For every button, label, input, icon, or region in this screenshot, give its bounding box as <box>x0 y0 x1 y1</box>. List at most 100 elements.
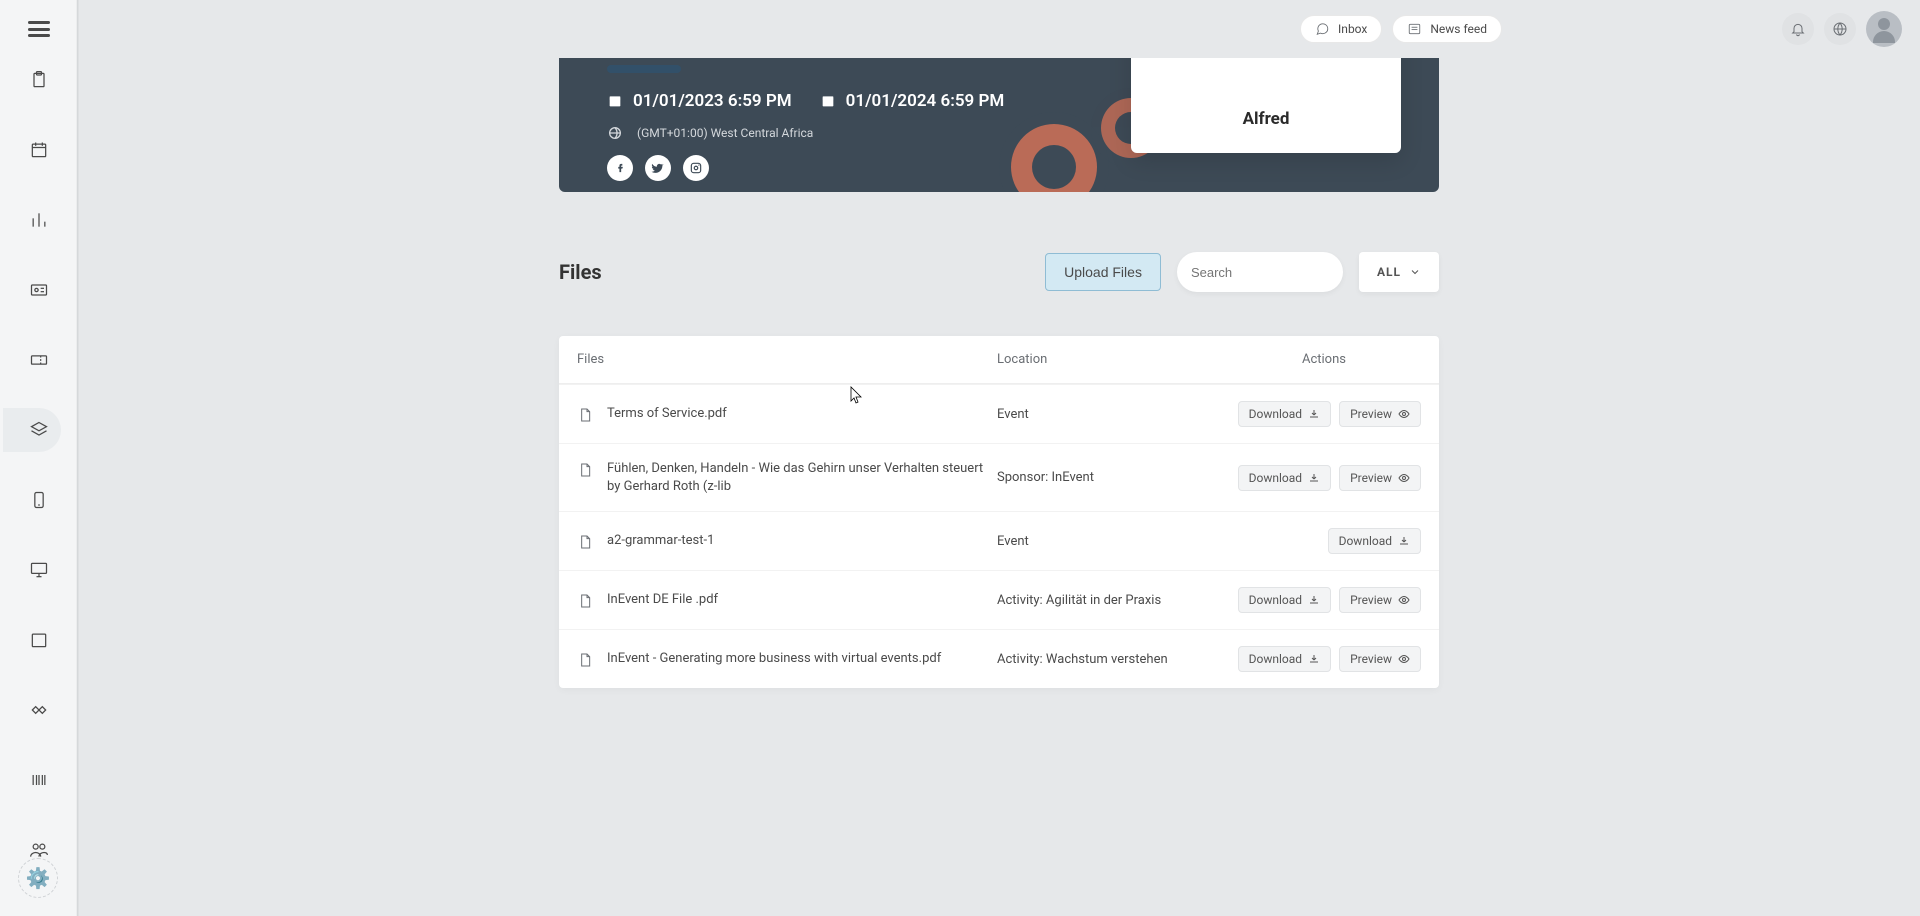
table-row: InEvent - Generating more business with … <box>559 629 1439 688</box>
section-title: Files <box>559 260 602 284</box>
bell-icon <box>1790 21 1806 37</box>
download-button[interactable]: Download <box>1238 401 1331 427</box>
calendar-icon <box>607 93 623 109</box>
download-label: Download <box>1249 593 1302 607</box>
sidebar-nav-files[interactable] <box>3 408 61 452</box>
file-cell: a2-grammar-test-1 <box>577 532 997 551</box>
col-actions: Actions <box>1227 352 1421 367</box>
event-hero: 01/01/2023 6:59 PM 01/01/2024 6:59 PM (G… <box>559 58 1439 192</box>
upload-files-button[interactable]: Upload Files <box>1045 253 1161 291</box>
file-name: Terms of Service.pdf <box>607 405 727 423</box>
download-icon <box>1308 594 1320 606</box>
download-button[interactable]: Download <box>1328 528 1421 554</box>
facebook-icon <box>613 161 627 175</box>
sidebar-nav-calendar[interactable] <box>17 128 61 172</box>
handshake-icon <box>29 700 49 720</box>
actions-cell: Download Preview <box>1227 646 1421 672</box>
col-files: Files <box>577 352 997 367</box>
file-name: InEvent DE File .pdf <box>607 591 718 609</box>
table-row: Fühlen, Denken, Handeln - Wie das Gehirn… <box>559 443 1439 511</box>
header-right-icons <box>1782 11 1920 47</box>
location-cell: Event <box>997 534 1227 549</box>
sidebar-nav-monitor[interactable] <box>17 548 61 592</box>
download-icon <box>1308 472 1320 484</box>
sidebar-nav-ticket[interactable] <box>17 338 61 382</box>
eye-icon <box>1398 653 1410 665</box>
preview-label: Preview <box>1350 471 1392 485</box>
notifications-button[interactable] <box>1782 13 1814 45</box>
preview-button[interactable]: Preview <box>1339 401 1421 427</box>
sidebar-nav-idcard[interactable] <box>17 268 61 312</box>
user-avatar-button[interactable] <box>1866 11 1902 47</box>
preview-button[interactable]: Preview <box>1339 646 1421 672</box>
facebook-link[interactable] <box>607 155 633 181</box>
barcode-icon <box>29 770 49 790</box>
download-button[interactable]: Download <box>1238 646 1331 672</box>
preview-label: Preview <box>1350 593 1392 607</box>
col-location: Location <box>997 352 1227 367</box>
sidebar-footer-widget[interactable]: ⚙️ <box>18 858 58 898</box>
download-icon <box>1398 535 1410 547</box>
instagram-link[interactable] <box>683 155 709 181</box>
filter-label: ALL <box>1377 265 1401 279</box>
chart-icon <box>29 210 49 230</box>
newsfeed-button[interactable]: News feed <box>1392 15 1502 43</box>
hamburger-menu-button[interactable] <box>0 21 78 37</box>
file-name: InEvent - Generating more business with … <box>607 650 941 668</box>
topbar: Inbox News feed <box>0 0 1920 58</box>
sidebar-nav-clipboard[interactable] <box>17 58 61 102</box>
actions-cell: Download <box>1227 528 1421 554</box>
search-box <box>1177 252 1343 292</box>
sidebar: ⚙️ <box>0 0 78 916</box>
globe-icon <box>1832 21 1848 37</box>
sidebar-nav-handshake[interactable] <box>17 688 61 732</box>
timezone-label: (GMT+01:00) West Central Africa <box>637 126 813 140</box>
file-cell: Terms of Service.pdf <box>577 405 997 424</box>
sidebar-nav-chart[interactable] <box>17 198 61 242</box>
header-actions: Inbox News feed <box>1300 15 1502 43</box>
files-header-row: Files Upload Files ALL <box>559 252 1439 292</box>
schedule-icon <box>29 630 49 650</box>
page-container: 01/01/2023 6:59 PM 01/01/2024 6:59 PM (G… <box>559 58 1439 688</box>
file-cell: Fühlen, Denken, Handeln - Wie das Gehirn… <box>577 460 997 495</box>
hero-badge <box>607 65 681 73</box>
preview-button[interactable]: Preview <box>1339 465 1421 491</box>
globe-icon <box>607 125 623 141</box>
people-icon <box>29 840 49 860</box>
table-row: a2-grammar-test-1 Event Download <box>559 511 1439 570</box>
table-body: Terms of Service.pdf Event Download Prev… <box>559 384 1439 688</box>
sidebar-nav-barcode[interactable] <box>17 758 61 802</box>
download-label: Download <box>1249 652 1302 666</box>
filter-dropdown[interactable]: ALL <box>1359 252 1439 292</box>
language-button[interactable] <box>1824 13 1856 45</box>
file-icon <box>577 406 593 424</box>
table-header: Files Location Actions <box>559 336 1439 384</box>
monitor-icon <box>29 560 49 580</box>
end-datetime: 01/01/2024 6:59 PM <box>846 91 1005 111</box>
actions-cell: Download Preview <box>1227 465 1421 491</box>
idcard-icon <box>29 280 49 300</box>
preview-button[interactable]: Preview <box>1339 587 1421 613</box>
location-cell: Activity: Wachstum verstehen <box>997 652 1227 667</box>
location-cell: Event <box>997 407 1227 422</box>
profile-name: Alfred <box>1243 109 1290 129</box>
download-button[interactable]: Download <box>1238 587 1331 613</box>
eye-icon <box>1398 594 1410 606</box>
download-icon <box>1308 408 1320 420</box>
actions-cell: Download Preview <box>1227 401 1421 427</box>
location-cell: Activity: Agilität in der Praxis <box>997 593 1227 608</box>
download-button[interactable]: Download <box>1238 465 1331 491</box>
file-cell: InEvent DE File .pdf <box>577 591 997 610</box>
table-row: InEvent DE File .pdf Activity: Agilität … <box>559 570 1439 629</box>
search-input[interactable] <box>1191 265 1367 280</box>
file-icon <box>577 533 593 551</box>
sidebar-nav-schedule[interactable] <box>17 618 61 662</box>
layers-icon <box>29 420 49 440</box>
hamburger-icon <box>28 21 50 37</box>
chat-icon <box>1315 22 1330 36</box>
inbox-button[interactable]: Inbox <box>1300 15 1382 43</box>
twitter-link[interactable] <box>645 155 671 181</box>
sidebar-nav-phone[interactable] <box>17 478 61 522</box>
file-icon <box>577 592 593 610</box>
file-icon <box>577 651 593 669</box>
